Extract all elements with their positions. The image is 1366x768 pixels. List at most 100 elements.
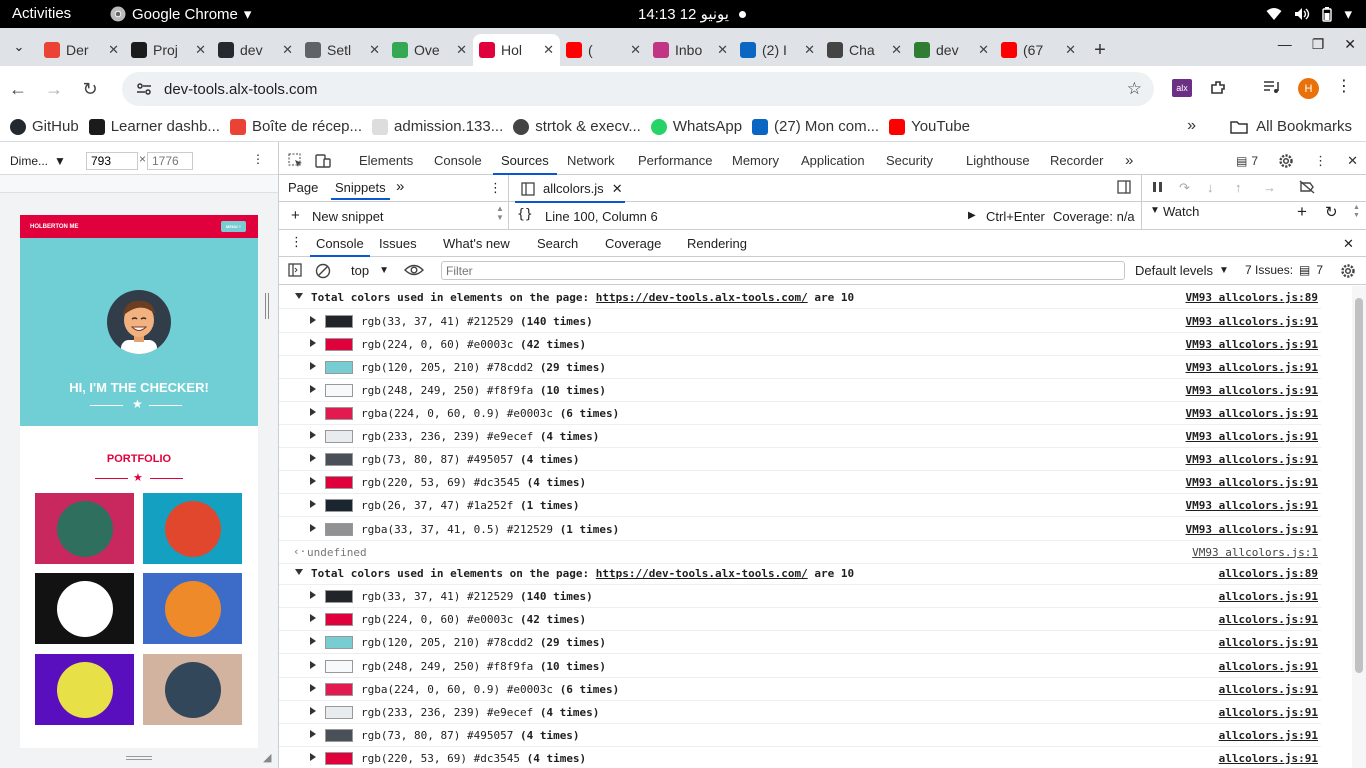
- portfolio-tile-circus[interactable]: [35, 573, 134, 644]
- color-log-row[interactable]: rgb(26, 37, 47) #1a252f (1 times) VM93 al…: [279, 494, 1321, 518]
- source-link[interactable]: allcolors.js:91: [1219, 706, 1318, 719]
- portfolio-tile-safe[interactable]: [35, 654, 134, 725]
- sources-nav-page[interactable]: Page: [288, 180, 318, 195]
- device-toggle-icon[interactable]: [315, 153, 331, 169]
- step-icon[interactable]: →: [1263, 180, 1276, 195]
- deactivate-breakpoints-icon[interactable]: [1299, 180, 1315, 194]
- add-watch-icon[interactable]: +: [1297, 202, 1307, 222]
- forward-button[interactable]: →: [36, 79, 72, 100]
- context-select[interactable]: top ▼: [351, 263, 389, 278]
- nav-menu-icon[interactable]: ⋮: [489, 180, 502, 196]
- device-preset-select[interactable]: Dime... ▼: [10, 154, 66, 168]
- tab-close-icon[interactable]: ✕: [630, 42, 641, 58]
- source-link[interactable]: allcolors.js:91: [1219, 636, 1318, 649]
- pretty-print-icon[interactable]: {}: [517, 207, 533, 222]
- source-link[interactable]: allcolors.js:91: [1219, 729, 1318, 742]
- source-link[interactable]: VM93 allcolors.js:91: [1186, 476, 1318, 489]
- source-link[interactable]: allcolors.js:91: [1219, 613, 1318, 626]
- log-levels-select[interactable]: Default levels ▼: [1135, 263, 1229, 278]
- page-url-link[interactable]: https://dev-tools.alx-tools.com/: [596, 567, 808, 580]
- expand-arrow-icon[interactable]: [310, 384, 316, 393]
- back-button[interactable]: ←: [0, 79, 36, 100]
- devtools-tab-memory[interactable]: Memory: [732, 153, 779, 168]
- console-filter-input[interactable]: [441, 261, 1125, 280]
- expand-arrow-icon[interactable]: [310, 500, 316, 509]
- browser-tab[interactable]: Inbo ✕: [647, 34, 734, 66]
- device-more-icon[interactable]: ⋮: [252, 152, 264, 166]
- expand-arrow-icon[interactable]: [310, 591, 316, 600]
- expand-arrow-icon[interactable]: [310, 477, 316, 486]
- close-drawer-icon[interactable]: ✕: [1343, 236, 1354, 252]
- source-link[interactable]: VM93 allcolors.js:91: [1186, 338, 1318, 351]
- drawer-tab-coverage[interactable]: Coverage: [605, 236, 661, 251]
- tab-close-icon[interactable]: ✕: [369, 42, 380, 58]
- tab-close-icon[interactable]: ✕: [282, 42, 293, 58]
- source-link[interactable]: allcolors.js:91: [1219, 660, 1318, 673]
- bookmark-star-icon[interactable]: ☆: [1127, 79, 1142, 99]
- expand-arrow-icon[interactable]: [310, 408, 316, 416]
- watch-scroll-icon[interactable]: ▲ ▼: [1353, 204, 1360, 220]
- media-controls-icon[interactable]: [1262, 79, 1280, 95]
- devtools-tab-recorder[interactable]: Recorder: [1050, 153, 1103, 168]
- color-log-row[interactable]: rgb(73, 80, 87) #495057 (4 times) VM93 al…: [279, 448, 1321, 472]
- color-log-row[interactable]: rgb(220, 53, 69) #dc3545 (4 times) VM93 a…: [279, 471, 1321, 495]
- sources-nav-snippets[interactable]: Snippets: [331, 180, 390, 200]
- devtools-tab-application[interactable]: Application: [801, 153, 865, 168]
- viewport-resize-handle-right[interactable]: [265, 293, 269, 319]
- source-link[interactable]: allcolors.js:91: [1219, 683, 1318, 696]
- expand-arrow-icon[interactable]: [310, 660, 316, 669]
- more-bookmarks-button[interactable]: »: [1187, 117, 1196, 135]
- device-width-input[interactable]: [86, 152, 138, 170]
- page-url-link[interactable]: https://dev-tools.alx-tools.com/: [596, 291, 808, 304]
- watch-expand-icon[interactable]: ▼: [1150, 205, 1160, 216]
- run-snippet-icon[interactable]: ▶: [968, 210, 976, 221]
- bookmark-item[interactable]: strtok & execv...: [513, 118, 641, 135]
- drawer-tab-search[interactable]: Search: [537, 236, 578, 251]
- drawer-tab-issues[interactable]: Issues: [379, 236, 417, 251]
- expand-arrow-icon[interactable]: [310, 729, 316, 738]
- devtools-tab-performance[interactable]: Performance: [638, 153, 712, 168]
- profile-avatar[interactable]: H: [1298, 78, 1319, 99]
- browser-tab[interactable]: (✕: [560, 34, 647, 66]
- console-group-header[interactable]: Total colors used in elements on the pag…: [279, 562, 1321, 585]
- address-bar[interactable]: dev-tools.alx-tools.com ☆: [122, 72, 1154, 106]
- expand-arrow-icon[interactable]: [310, 454, 316, 463]
- site-menu-button[interactable]: MENU ≡: [221, 221, 246, 232]
- browser-tab[interactable]: dev ✕: [212, 34, 299, 66]
- new-tab-button[interactable]: +: [1082, 34, 1118, 66]
- browser-tab[interactable]: (2) I ✕: [734, 34, 821, 66]
- devtools-tab-lighthouse[interactable]: Lighthouse: [966, 153, 1030, 168]
- more-tabs-icon[interactable]: »: [1125, 152, 1133, 169]
- tab-close-icon[interactable]: ✕: [717, 42, 728, 58]
- reload-button[interactable]: ↻: [72, 79, 108, 100]
- source-link[interactable]: allcolors.js:91: [1219, 752, 1318, 765]
- color-log-row[interactable]: rgb(224, 0, 60) #e0003c (42 times) allcol…: [279, 608, 1321, 632]
- refresh-watch-icon[interactable]: ↻: [1325, 203, 1338, 221]
- color-log-row[interactable]: rgb(33, 37, 41) #212529 (140 times) allco…: [279, 585, 1321, 609]
- extensions-puzzle-icon[interactable]: [1209, 79, 1227, 97]
- new-snippet-button[interactable]: New snippet: [312, 209, 384, 224]
- source-link[interactable]: allcolors.js:89: [1219, 567, 1318, 580]
- bookmark-item[interactable]: Learner dashb...: [88, 118, 220, 135]
- step-over-icon[interactable]: ↷: [1179, 180, 1190, 196]
- browser-tab[interactable]: dev ✕: [908, 34, 995, 66]
- toggle-debugger-icon[interactable]: [1117, 180, 1131, 194]
- bookmark-item[interactable]: GitHub: [10, 118, 79, 135]
- color-log-row[interactable]: rgb(248, 249, 250) #f8f9fa (10 times) VM9…: [279, 379, 1321, 402]
- color-log-row[interactable]: rgba(224, 0, 60, 0.9) #e0003c (6 times) a…: [279, 678, 1321, 701]
- color-log-row[interactable]: rgb(224, 0, 60) #e0003c (42 times) VM93 a…: [279, 333, 1321, 356]
- source-link[interactable]: VM93 allcolors.js:91: [1186, 407, 1318, 420]
- pause-icon[interactable]: [1151, 180, 1165, 194]
- browser-tab[interactable]: Proj ✕: [125, 34, 212, 66]
- console-scrollbar[interactable]: [1352, 286, 1366, 768]
- bookmark-item[interactable]: WhatsApp: [650, 118, 742, 135]
- source-link[interactable]: VM93 allcolors.js:91: [1186, 384, 1318, 397]
- source-link[interactable]: VM93 allcolors.js:91: [1186, 499, 1318, 512]
- clock[interactable]: 14:13 يونيو 12: [638, 5, 746, 23]
- viewport-resize-corner-icon[interactable]: ◢: [263, 751, 271, 764]
- expand-arrow-icon[interactable]: [310, 683, 316, 692]
- color-log-row[interactable]: rgb(120, 205, 210) #78cdd2 (29 times) all…: [279, 631, 1321, 655]
- expand-arrow-icon[interactable]: [295, 293, 303, 299]
- bookmark-item[interactable]: admission.133...: [372, 118, 503, 135]
- source-link[interactable]: VM93 allcolors.js:91: [1186, 315, 1318, 328]
